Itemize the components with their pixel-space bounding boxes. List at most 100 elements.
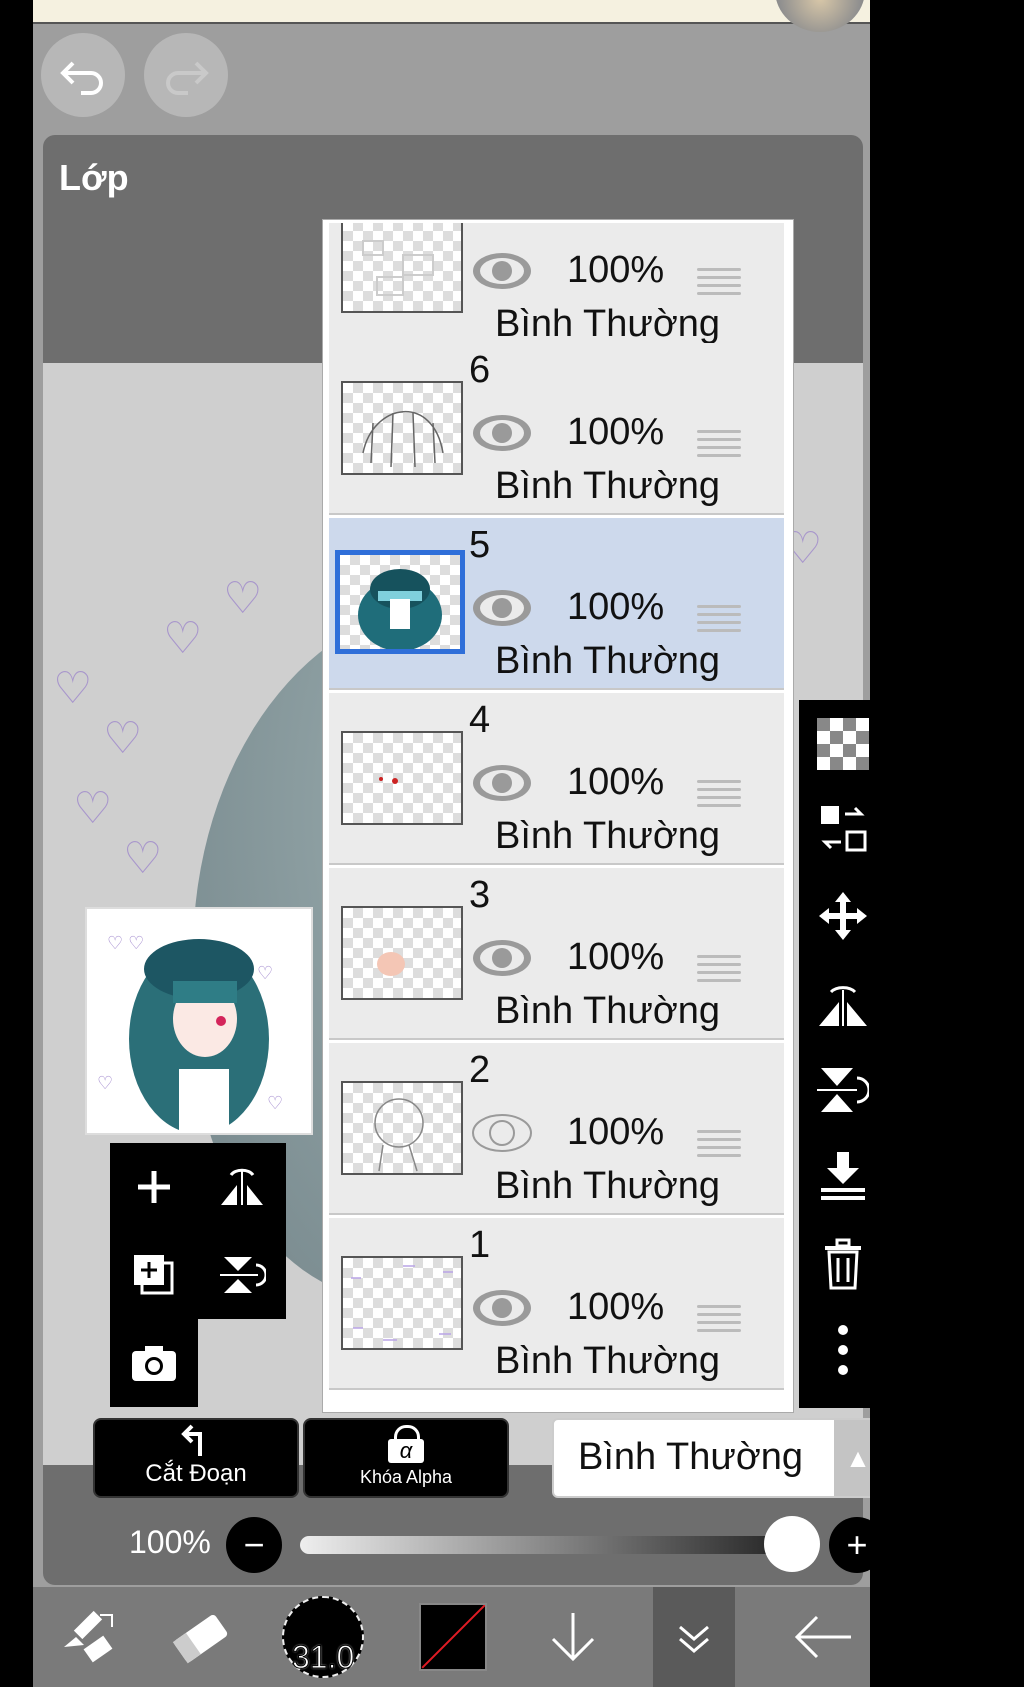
camera-icon <box>132 1346 176 1381</box>
layer-thumbnail[interactable] <box>341 1256 463 1350</box>
layer-row[interactable]: 4 100% Bình Thường <box>329 693 784 865</box>
heart-decoration: ♡ <box>103 714 143 763</box>
merge-down-icon <box>821 1152 865 1200</box>
redo-button[interactable] <box>144 33 228 117</box>
dropdown-arrow-icon: ▲ <box>834 1420 870 1496</box>
layer-opacity: 100% <box>567 586 665 628</box>
layer-number: 2 <box>469 1049 491 1091</box>
heart-decoration: ♡ <box>73 784 113 833</box>
merge-down-button[interactable] <box>813 1146 870 1206</box>
transform-tool-button[interactable] <box>38 1587 138 1687</box>
eye-icon[interactable] <box>471 586 533 630</box>
drag-handle-icon[interactable] <box>697 1300 741 1337</box>
canvas-preview-thumbnail[interactable]: ♡ ♡ ♡ ♡ ♡ <box>85 907 313 1135</box>
flip-layer-vertical-button[interactable] <box>198 1231 286 1319</box>
camera-button[interactable] <box>110 1319 198 1407</box>
panel-title: Lớp <box>59 157 129 198</box>
drag-handle-icon[interactable] <box>697 600 741 637</box>
opacity-decrease-button[interactable]: − <box>226 1517 282 1573</box>
layer-blend-mode: Bình Thường <box>495 1165 721 1207</box>
color-swatch-button[interactable] <box>403 1587 503 1687</box>
eraser-tool-button[interactable] <box>151 1587 251 1687</box>
drag-handle-icon[interactable] <box>697 425 741 462</box>
svg-text:♡: ♡ <box>267 1093 283 1113</box>
eye-icon[interactable] <box>471 249 533 293</box>
transparent-fill-button[interactable] <box>813 714 870 774</box>
alpha-lock-button[interactable]: α Khóa Alpha <box>303 1418 509 1498</box>
right-toolbar <box>799 700 870 1408</box>
swap-layer-icon <box>821 806 867 852</box>
opacity-row: 100% − + <box>33 1510 870 1580</box>
layer-opacity: 100% <box>567 1111 665 1153</box>
heart-decoration: ♡ <box>163 614 203 663</box>
layer-thumbnail[interactable] <box>335 550 465 654</box>
svg-text:♡: ♡ <box>257 963 273 983</box>
avatar[interactable] <box>775 0 865 32</box>
layers-panel-button[interactable] <box>653 1587 735 1687</box>
app-screen: Lớp ♡ ♡ ♡ ♡ ♡ ♡ ♡ ♡ ♡ ♡ ♡ ♡ 100% Bình Th… <box>33 0 870 1687</box>
blend-mode-value: Bình Thường <box>578 1436 804 1478</box>
more-options-button[interactable] <box>813 1320 870 1380</box>
layer-row[interactable]: 3 100% Bình Thường <box>329 868 784 1040</box>
delete-layer-button[interactable] <box>813 1234 870 1294</box>
layer-blend-mode: Bình Thường <box>495 303 721 345</box>
layer-number: 1 <box>469 1224 491 1266</box>
eraser-icon <box>172 1614 228 1664</box>
eye-icon[interactable] <box>471 1286 533 1330</box>
opacity-increase-button[interactable]: + <box>829 1517 870 1573</box>
clipping-icon <box>181 1424 202 1456</box>
eye-icon[interactable] <box>471 936 533 980</box>
undo-button[interactable] <box>41 33 125 117</box>
flip-horizontal-icon <box>819 986 867 1026</box>
layer-thumbnail[interactable] <box>341 223 463 313</box>
drag-handle-icon[interactable] <box>697 263 741 300</box>
layer-thumbnail[interactable] <box>341 906 463 1000</box>
heart-decoration: ♡ <box>53 664 93 713</box>
eye-icon[interactable] <box>471 761 533 805</box>
eye-hidden-icon[interactable] <box>471 1111 533 1155</box>
move-layer-button[interactable] <box>813 886 870 946</box>
opacity-slider[interactable] <box>300 1536 794 1554</box>
layer-row[interactable]: 2 100% Bình Thường <box>329 1043 784 1215</box>
flip-vertical-button[interactable] <box>813 1060 870 1120</box>
flip-layer-horizontal-button[interactable] <box>198 1143 286 1231</box>
layer-opacity: 100% <box>567 249 665 291</box>
layer-thumbnail[interactable] <box>341 731 463 825</box>
layer-list[interactable]: 100% Bình Thường 6 100% Bình Thường 5 100% Bình… <box>323 220 793 1412</box>
layer-opacity: 100% <box>567 936 665 978</box>
layer-blend-mode: Bình Thường <box>495 815 721 857</box>
layer-opacity: 100% <box>567 411 665 453</box>
flip-vertical-icon <box>220 1257 266 1293</box>
brush-size-button[interactable]: 31.0 <box>273 1587 373 1687</box>
opacity-slider-knob[interactable] <box>764 1516 820 1572</box>
layer-down-button[interactable] <box>523 1587 623 1687</box>
transform-icon <box>64 1610 113 1663</box>
flip-vertical-icon <box>817 1068 869 1112</box>
opacity-label: 100% <box>129 1524 211 1560</box>
layer-thumbnail[interactable] <box>341 381 463 475</box>
move-icon <box>819 892 867 940</box>
blend-mode-select[interactable]: Bình Thường ▲ <box>552 1418 870 1498</box>
add-layer-button[interactable] <box>110 1143 198 1231</box>
drag-handle-icon[interactable] <box>697 775 741 812</box>
flip-horizontal-button[interactable] <box>813 974 870 1034</box>
flip-horizontal-icon <box>221 1168 263 1205</box>
layer-number: 4 <box>469 699 491 741</box>
clipping-button[interactable]: Cắt Đoạn <box>93 1418 299 1498</box>
layer-row[interactable]: 6 100% Bình Thường <box>329 343 784 515</box>
layer-number: 5 <box>469 524 491 566</box>
alpha-symbol: α <box>388 1439 424 1463</box>
drag-handle-icon[interactable] <box>697 1125 741 1162</box>
swap-layer-button[interactable] <box>813 798 870 858</box>
layer-thumbnail[interactable] <box>341 1081 463 1175</box>
duplicate-layer-button[interactable] <box>110 1231 198 1319</box>
bottom-toolbar: 31.0 <box>33 1587 870 1687</box>
layer-row[interactable]: 100% Bình Thường <box>329 223 784 353</box>
layer-row[interactable]: 1 100% Bình Thường <box>329 1218 784 1390</box>
clipping-label: Cắt Đoạn <box>145 1460 247 1487</box>
drag-handle-icon[interactable] <box>697 950 741 987</box>
layer-row[interactable]: 5 100% Bình Thường <box>329 518 784 690</box>
eye-icon[interactable] <box>471 411 533 455</box>
back-button[interactable] <box>778 1587 868 1687</box>
lock-icon: α <box>388 1425 424 1463</box>
